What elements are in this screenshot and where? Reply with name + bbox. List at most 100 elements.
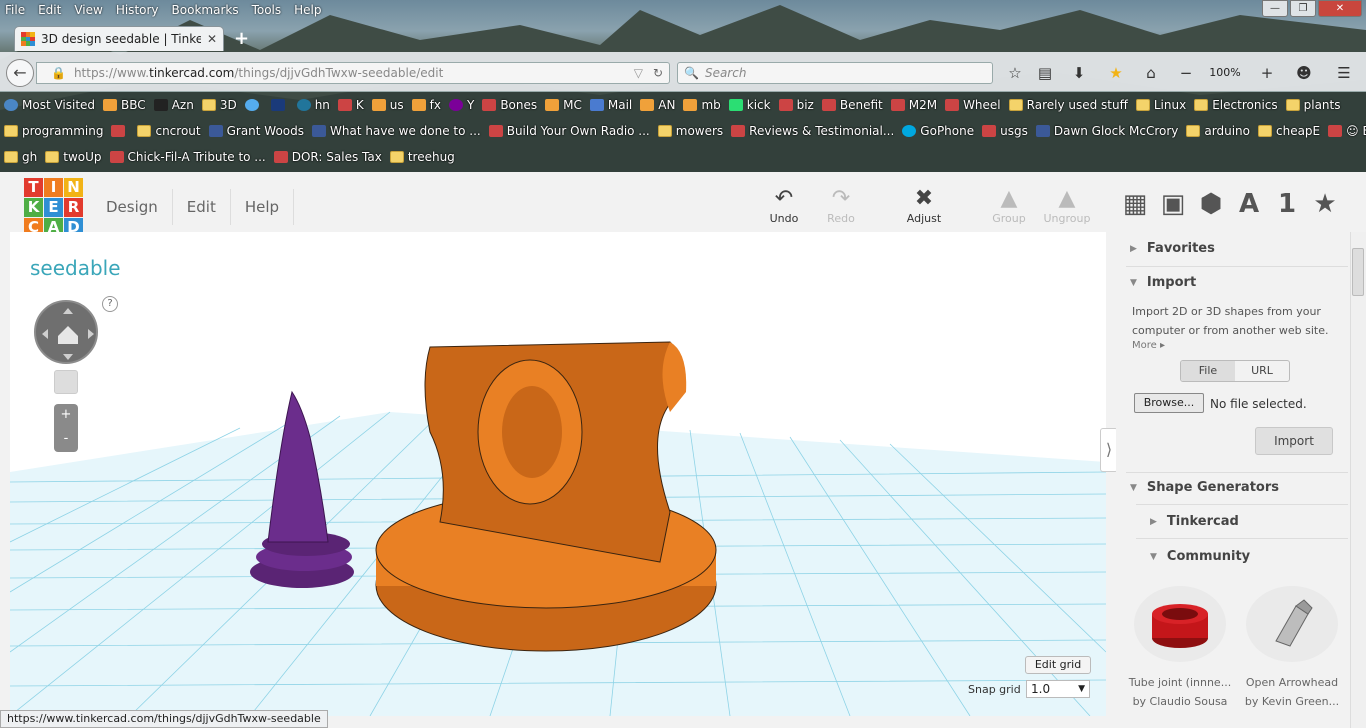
bookmark-item[interactable]: kick bbox=[728, 98, 771, 112]
home-icon[interactable]: ⌂ bbox=[1140, 62, 1162, 84]
favorites-section[interactable]: ▶ Favorites bbox=[1130, 241, 1215, 256]
arrowhead-caption[interactable]: Open Arrowhead by Kevin Green... bbox=[1237, 673, 1347, 711]
more-link[interactable]: More ▸ bbox=[1132, 340, 1165, 351]
bookmark-item[interactable]: M2M bbox=[890, 98, 937, 112]
bookmark-item[interactable]: GoPhone bbox=[902, 124, 974, 138]
bookmark-item[interactable]: biz bbox=[778, 98, 814, 112]
zoom-in-button[interactable]: + bbox=[54, 404, 78, 428]
arrowhead-thumbnail[interactable] bbox=[1246, 586, 1338, 662]
bookmark-item[interactable]: Mail bbox=[589, 98, 632, 112]
home-view-button[interactable] bbox=[54, 370, 78, 394]
bookmark-item[interactable]: us bbox=[371, 98, 404, 112]
design-title[interactable]: seedable bbox=[30, 256, 121, 280]
tube-joint-caption[interactable]: Tube joint (innne... by Claudio Sousa bbox=[1125, 673, 1235, 711]
bookmark-item[interactable]: AN bbox=[640, 98, 675, 112]
close-tab-icon[interactable]: ✕ bbox=[207, 32, 217, 46]
menu-tools[interactable]: Tools bbox=[252, 0, 282, 20]
bookmark-item[interactable]: Y bbox=[448, 98, 474, 112]
community-generators-section[interactable]: ▼ Community bbox=[1150, 549, 1250, 564]
bookmark-item[interactable]: mb bbox=[683, 98, 721, 112]
back-button[interactable]: ← bbox=[6, 59, 34, 87]
menu-file[interactable]: File bbox=[5, 0, 25, 20]
bookmark-item[interactable]: arduino bbox=[1186, 124, 1250, 138]
bookmark-item[interactable]: Azn bbox=[153, 98, 194, 112]
bookmark-item[interactable]: Chick-Fil-A Tribute to ... bbox=[109, 150, 266, 164]
help-button[interactable]: ? bbox=[102, 296, 118, 312]
zoom-in-icon[interactable]: + bbox=[1256, 62, 1278, 84]
workplane-canvas[interactable] bbox=[10, 232, 1106, 716]
ungroup-button[interactable]: ▲ Ungroup bbox=[1040, 186, 1094, 225]
bookmark-item[interactable]: hn bbox=[296, 98, 330, 112]
redo-button[interactable]: ↷ Redo bbox=[814, 186, 868, 225]
adjust-button[interactable]: ✖ Adjust bbox=[897, 186, 951, 225]
bookmark-item[interactable]: fx bbox=[411, 98, 441, 112]
favorite-star-icon[interactable]: ★ bbox=[1105, 62, 1127, 84]
tinkercad-generators-section[interactable]: ▶ Tinkercad bbox=[1150, 514, 1239, 529]
bookmark-item[interactable]: Benefit bbox=[821, 98, 883, 112]
file-tab[interactable]: File bbox=[1181, 361, 1235, 381]
snap-grid-select[interactable]: 1.0 ▼ bbox=[1026, 680, 1090, 698]
bookmark-item[interactable]: cncrout bbox=[137, 124, 201, 138]
minimize-button[interactable]: — bbox=[1262, 0, 1288, 17]
bookmark-item[interactable]: cheapE bbox=[1257, 124, 1320, 138]
search-bar[interactable]: 🔍 Search bbox=[677, 62, 993, 84]
restore-button[interactable]: ❐ bbox=[1290, 0, 1316, 17]
download-icon[interactable]: ⬇ bbox=[1068, 62, 1090, 84]
bookmark-item[interactable]: Bones bbox=[482, 98, 537, 112]
menu-edit-app[interactable]: Edit bbox=[173, 189, 231, 225]
bookmark-item[interactable]: gh bbox=[4, 150, 37, 164]
bookmark-item[interactable] bbox=[244, 99, 263, 111]
bookmark-item[interactable]: usgs bbox=[982, 124, 1028, 138]
close-window-button[interactable]: ✕ bbox=[1318, 0, 1362, 17]
smiley-icon[interactable]: ☻ bbox=[1293, 62, 1315, 84]
browse-button[interactable]: Browse... bbox=[1134, 393, 1204, 413]
text-shapes-tab[interactable]: A bbox=[1230, 189, 1268, 219]
menu-bookmarks[interactable]: Bookmarks bbox=[172, 0, 239, 20]
bookmark-item[interactable]: What have we done to ... bbox=[312, 124, 481, 138]
bookmark-item[interactable]: BBC bbox=[103, 98, 146, 112]
hamburger-menu-icon[interactable]: ☰ bbox=[1333, 62, 1355, 84]
new-tab-button[interactable]: + bbox=[234, 28, 249, 49]
bookmark-item[interactable]: 3D bbox=[201, 98, 237, 112]
dropdown-arrow-icon[interactable]: ▽ bbox=[634, 66, 643, 80]
undo-button[interactable]: ↶ Undo bbox=[757, 186, 811, 225]
zoom-level[interactable]: 100% bbox=[1205, 62, 1245, 84]
tinkercad-logo[interactable]: TINKERCAD bbox=[24, 178, 86, 238]
import-section[interactable]: ▼ Import bbox=[1130, 275, 1196, 290]
bookmark-star-icon[interactable]: ☆ bbox=[1004, 62, 1026, 84]
bookmark-item[interactable]: ☺ Emoji People bbox=[1328, 124, 1366, 138]
bookmark-item[interactable]: DOR: Sales Tax bbox=[273, 150, 382, 164]
hexagon-icon[interactable]: ⬢ bbox=[1192, 189, 1230, 219]
bookmark-item[interactable]: Reviews & Testimonial... bbox=[731, 124, 894, 138]
bookmark-item[interactable]: Grant Woods bbox=[208, 124, 304, 138]
view-navigation-control[interactable] bbox=[34, 300, 98, 364]
bookmark-item[interactable]: Linux bbox=[1135, 98, 1186, 112]
menu-edit[interactable]: Edit bbox=[38, 0, 61, 20]
bookmark-item[interactable]: treehug bbox=[389, 150, 455, 164]
browser-tab[interactable]: 3D design seedable | Tinker... ✕ bbox=[14, 26, 224, 51]
bookmark-item[interactable] bbox=[270, 99, 289, 111]
bookmark-item[interactable]: mowers bbox=[657, 124, 723, 138]
reload-icon[interactable]: ↻ bbox=[653, 66, 663, 80]
bookmark-item[interactable]: Wheel bbox=[945, 98, 1001, 112]
star-icon[interactable]: ★ bbox=[1306, 189, 1344, 219]
bookmark-item[interactable] bbox=[111, 125, 129, 137]
edit-grid-button[interactable]: Edit grid bbox=[1025, 656, 1091, 674]
bookmark-item[interactable]: Build Your Own Radio ... bbox=[488, 124, 650, 138]
bookmark-item[interactable]: programming bbox=[4, 124, 103, 138]
number-shapes-tab[interactable]: 1 bbox=[1268, 189, 1306, 219]
bookmark-item[interactable]: plants bbox=[1285, 98, 1341, 112]
menu-help-app[interactable]: Help bbox=[231, 189, 295, 225]
menu-design[interactable]: Design bbox=[92, 189, 173, 225]
tube-joint-thumbnail[interactable] bbox=[1134, 586, 1226, 662]
panel-scrollbar[interactable] bbox=[1350, 232, 1366, 728]
scrollbar-thumb[interactable] bbox=[1352, 248, 1364, 296]
bookmark-item[interactable]: Dawn Glock McCrory bbox=[1035, 124, 1178, 138]
menu-history[interactable]: History bbox=[116, 0, 159, 20]
grid-icon[interactable]: ▦ bbox=[1116, 189, 1154, 219]
bookmark-item[interactable]: Rarely used stuff bbox=[1008, 98, 1128, 112]
zoom-out-button[interactable]: - bbox=[54, 428, 78, 452]
bookmark-item[interactable]: twoUp bbox=[45, 150, 102, 164]
workplane-viewport[interactable] bbox=[10, 232, 1106, 716]
shape-generators-section[interactable]: ▼ Shape Generators bbox=[1130, 480, 1279, 495]
